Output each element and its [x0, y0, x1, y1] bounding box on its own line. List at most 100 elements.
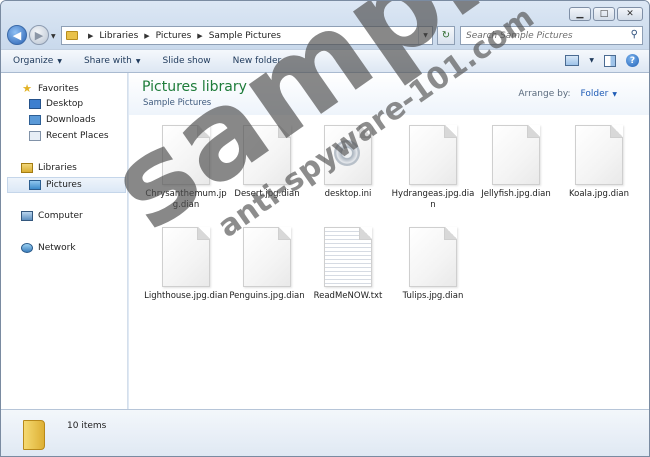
file-item[interactable]: Chrysanthemum.jpg.dian: [145, 125, 227, 221]
nav-recent-places[interactable]: Recent Places: [29, 131, 109, 141]
file-item[interactable]: desktop.ini: [310, 125, 386, 221]
file-name: Lighthouse.jpg.dian: [144, 291, 228, 301]
file-name: Tulips.jpg.dian: [402, 291, 464, 301]
item-count: 10 items: [67, 421, 107, 431]
slide-show-label: Slide show: [162, 56, 211, 66]
chevron-down-icon[interactable]: ▼: [612, 91, 617, 98]
settings-file-icon: [324, 125, 372, 185]
search-input[interactable]: [466, 30, 621, 41]
preview-pane-icon[interactable]: [604, 54, 616, 67]
nav-downloads[interactable]: Downloads: [29, 115, 95, 125]
new-folder-button[interactable]: New folder: [233, 56, 282, 66]
arrange-by-label: Arrange by:: [518, 89, 571, 99]
file-item[interactable]: Lighthouse.jpg.dian: [144, 227, 228, 323]
file-name: Chrysanthemum.jpg.dian: [145, 189, 227, 210]
file-item[interactable]: ReadMeNOW.txt: [310, 227, 386, 323]
file-name: Koala.jpg.dian: [568, 189, 630, 199]
details-pane: 10 items: [1, 409, 649, 456]
nav-computer[interactable]: Computer: [21, 211, 83, 221]
folder-icon: [66, 31, 78, 40]
nav-desktop[interactable]: Desktop: [29, 99, 83, 109]
library-title: Pictures library: [142, 79, 247, 95]
breadcrumb-separator-icon[interactable]: ▶: [144, 32, 149, 40]
breadcrumb-sample-pictures[interactable]: Sample Pictures: [209, 31, 281, 41]
organize-button[interactable]: Organize ▼: [13, 56, 62, 66]
document-icon: [243, 125, 291, 185]
nav-network[interactable]: Network: [21, 243, 76, 253]
forward-button[interactable]: ▶: [29, 25, 49, 45]
navigation-pane: ★ Favorites Desktop Downloads Recent Pla…: [1, 73, 128, 409]
address-dropdown[interactable]: ▼: [418, 27, 432, 44]
nav-libraries[interactable]: Libraries: [21, 163, 77, 173]
share-with-button[interactable]: Share with ▼: [84, 56, 141, 66]
folder-icon: [23, 420, 45, 450]
maximize-button[interactable]: □: [593, 7, 615, 21]
nav-favorites[interactable]: ★ Favorites: [21, 83, 79, 94]
computer-icon: [21, 211, 33, 221]
file-name: Penguins.jpg.dian: [229, 291, 305, 301]
breadcrumb: ▶ Libraries ▶ Pictures ▶ Sample Pictures: [82, 31, 281, 41]
breadcrumb-separator-icon[interactable]: ▶: [197, 32, 202, 40]
back-button[interactable]: ◀: [7, 25, 27, 45]
file-name: Jellyfish.jpg.dian: [481, 189, 551, 199]
address-bar[interactable]: ▶ Libraries ▶ Pictures ▶ Sample Pictures…: [61, 26, 433, 45]
pictures-icon: [29, 180, 41, 190]
star-icon: ★: [22, 82, 32, 95]
breadcrumb-pictures[interactable]: Pictures: [156, 31, 192, 41]
forward-arrow-icon: ▶: [34, 28, 44, 42]
document-icon: [409, 227, 457, 287]
refresh-button[interactable]: ↻: [437, 26, 455, 45]
downloads-icon: [29, 115, 41, 125]
breadcrumb-separator-icon[interactable]: ▶: [88, 32, 93, 40]
desktop-icon: [29, 99, 41, 109]
file-name: Hydrangeas.jpg.dian: [391, 189, 475, 210]
title-bar: ▁ □ ✕ ◀ ▶ ▼ ▶ Libraries ▶ Pictures ▶ Sam…: [1, 1, 649, 49]
slide-show-button[interactable]: Slide show: [163, 56, 211, 66]
network-icon: [21, 243, 33, 253]
share-with-label: Share with: [83, 56, 132, 66]
file-name: desktop.ini: [324, 189, 372, 199]
close-button[interactable]: ✕: [617, 7, 643, 21]
nav-computer-label: Computer: [38, 211, 83, 221]
organize-label: Organize: [13, 56, 54, 66]
file-item[interactable]: Tulips.jpg.dian: [395, 227, 471, 323]
file-item[interactable]: Penguins.jpg.dian: [229, 227, 305, 323]
search-box[interactable]: ⚲: [460, 26, 643, 45]
document-icon: [492, 125, 540, 185]
nav-favorites-label: Favorites: [38, 83, 79, 94]
view-options-dropdown[interactable]: ▼: [589, 57, 594, 64]
help-icon[interactable]: ?: [626, 54, 639, 67]
nav-network-label: Network: [38, 243, 76, 253]
nav-pictures-label: Pictures: [46, 180, 82, 190]
nav-downloads-label: Downloads: [46, 115, 96, 125]
arrange-by: Arrange by: Folder ▼: [518, 89, 617, 99]
file-list-pane: Pictures library Sample Pictures Arrange…: [129, 73, 649, 409]
change-view-icon[interactable]: [565, 55, 580, 66]
recent-pages-dropdown[interactable]: ▼: [51, 33, 56, 40]
chevron-down-icon: ▼: [135, 57, 141, 65]
document-icon: [409, 125, 457, 185]
nav-desktop-label: Desktop: [46, 99, 84, 109]
libraries-icon: [21, 163, 33, 173]
chevron-down-icon: ▼: [57, 57, 62, 65]
library-header: Pictures library Sample Pictures Arrange…: [129, 73, 649, 115]
file-item[interactable]: Koala.jpg.dian: [561, 125, 637, 221]
refresh-icon: ↻: [441, 30, 451, 41]
file-name: ReadMeNOW.txt: [313, 291, 383, 301]
file-item[interactable]: Jellyfish.jpg.dian: [478, 125, 554, 221]
minimize-button[interactable]: ▁: [569, 7, 591, 21]
search-icon[interactable]: ⚲: [631, 29, 638, 40]
arrange-by-dropdown[interactable]: Folder: [581, 89, 609, 99]
new-folder-label: New folder: [232, 56, 282, 66]
nav-pictures[interactable]: Pictures: [7, 177, 126, 193]
file-item[interactable]: Desert.jpg.dian: [229, 125, 305, 221]
file-item[interactable]: Hydrangeas.jpg.dian: [392, 125, 474, 221]
library-subtitle[interactable]: Sample Pictures: [143, 98, 211, 108]
breadcrumb-libraries[interactable]: Libraries: [99, 31, 138, 41]
toolbar-right: ▼ ?: [565, 54, 639, 67]
nav-recent-places-label: Recent Places: [46, 131, 109, 141]
file-name: Desert.jpg.dian: [234, 189, 300, 199]
nav-libraries-label: Libraries: [38, 163, 77, 173]
document-icon: [575, 125, 623, 185]
recent-places-icon: [29, 131, 41, 141]
